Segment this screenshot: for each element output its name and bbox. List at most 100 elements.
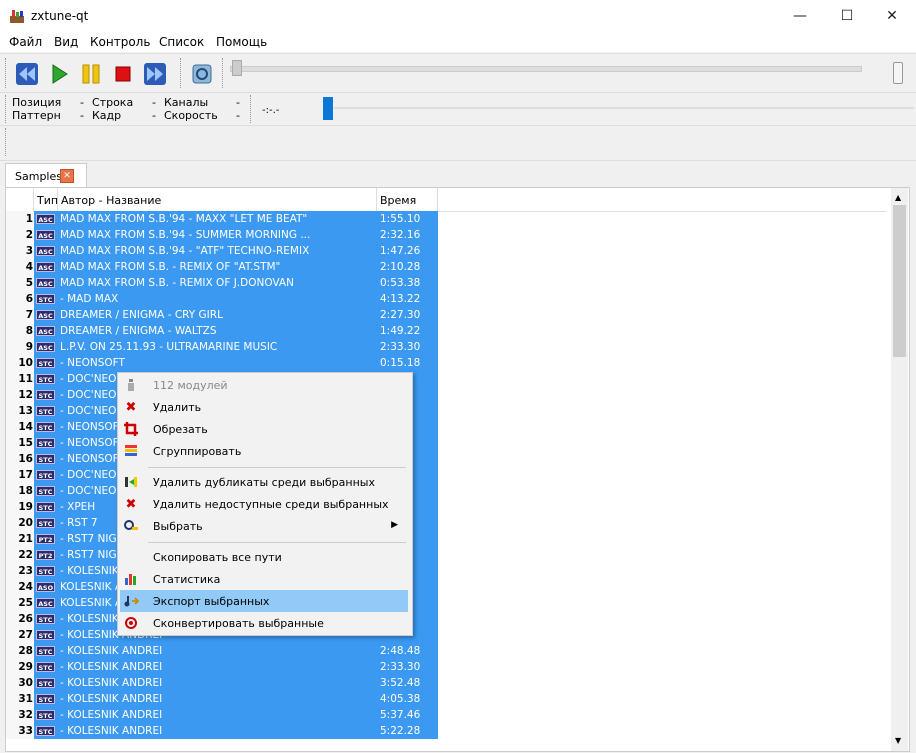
pattern-label: Паттерн [12, 109, 61, 122]
menu-help[interactable]: Помощь [216, 35, 267, 49]
table-row[interactable]: 9 ASC L.P.V. ON 25.11.93 - ULTRAMARINE MUS… [6, 339, 886, 355]
seek-slider[interactable] [230, 66, 862, 72]
menu-control[interactable]: Контроль [90, 35, 150, 49]
menu-item-convert[interactable]: Сконвертировать выбранные [120, 612, 408, 634]
row-number: 12 [6, 387, 33, 403]
pattern-value: - [80, 109, 84, 122]
menu-item-statistics[interactable]: Статистика [120, 568, 408, 590]
row-number: 9 [6, 339, 33, 355]
row-number: 21 [6, 531, 33, 547]
toolbar-grip[interactable] [5, 95, 9, 123]
menu-item-delete[interactable]: ✖ Удалить [120, 396, 408, 418]
table-row[interactable]: 29 STC - KOLESNIK ANDREI 2:33.30 [6, 659, 886, 675]
table-row[interactable]: 10 STC - NEONSOFT 0:15.18 [6, 355, 886, 371]
position-slider[interactable] [334, 107, 914, 109]
row-number: 23 [6, 563, 33, 579]
module-type-badge: ASC [36, 326, 55, 336]
vertical-scrollbar[interactable]: ▲ ▼ [891, 188, 908, 751]
table-row[interactable]: 1 ASC MAD MAX FROM S.B.'94 - MAXX "LET ME … [6, 211, 886, 227]
scroll-down-icon[interactable]: ▼ [895, 736, 901, 745]
row-title: - RST 7 [60, 517, 98, 529]
toolbar-grip[interactable] [5, 58, 9, 88]
stop-button[interactable] [108, 59, 138, 89]
module-type-badge: STC [36, 422, 55, 432]
table-row[interactable]: 2 ASC MAD MAX FROM S.B.'94 - SUMMER MORNIN… [6, 227, 886, 243]
position-slider-thumb[interactable] [323, 97, 333, 120]
toolbar-grip[interactable] [180, 58, 184, 88]
row-title: - KOLESNIK ANDREI [60, 709, 163, 721]
volume-slider-thumb[interactable] [893, 62, 903, 84]
pause-icon [82, 64, 100, 84]
table-row[interactable]: 6 STC - MAD MAX 4:13.22 [6, 291, 886, 307]
scrollbar-thumb[interactable] [893, 205, 906, 357]
menu-item-remove-duplicates[interactable]: Удалить дубликаты среди выбранных [120, 471, 408, 493]
menu-item-copy-paths[interactable]: Скопировать все пути [120, 546, 408, 568]
menu-list[interactable]: Список [159, 35, 204, 49]
row-duration: 2:10.28 [380, 261, 421, 273]
row-title: - RST7 NIG [60, 533, 117, 545]
close-button[interactable]: ✕ [869, 0, 915, 32]
toolbar-grip[interactable] [250, 95, 254, 123]
next-button[interactable] [140, 59, 170, 89]
row-number: 14 [6, 419, 33, 435]
tab-label: Samples [15, 170, 62, 183]
menu-item-export[interactable]: Экспорт выбранных [120, 590, 408, 612]
table-row[interactable]: 32 STC - KOLESNIK ANDREI 5:37.46 [6, 707, 886, 723]
module-type-badge: ASC [36, 262, 55, 272]
menu-item-group[interactable]: Сгруппировать [120, 440, 408, 462]
row-title: - MAD MAX [60, 293, 119, 305]
table-row[interactable]: 30 STC - KOLESNIK ANDREI 3:52.48 [6, 675, 886, 691]
row-title: MAD MAX FROM S.B. - REMIX OF J.DONOVAN [60, 277, 294, 289]
pause-button[interactable] [76, 59, 106, 89]
menu-item-label: Удалить недоступные среди выбранных [153, 498, 389, 511]
row-number: 15 [6, 435, 33, 451]
previous-button[interactable] [12, 59, 42, 89]
toolbar-grip[interactable] [5, 128, 9, 156]
play-button[interactable] [44, 59, 74, 89]
row-number: 10 [6, 355, 33, 371]
repeat-button[interactable] [187, 59, 217, 89]
menu-view[interactable]: Вид [54, 35, 78, 49]
close-tab-icon[interactable]: ✕ [60, 169, 74, 183]
menu-item-label: Удалить [153, 401, 202, 414]
module-type-badge: STC [36, 374, 55, 384]
scroll-up-icon[interactable]: ▲ [895, 193, 901, 202]
row-duration: 1:49.22 [380, 325, 421, 337]
menu-item-remove-unavailable[interactable]: ✖ Удалить недоступные среди выбранных [120, 493, 408, 515]
row-duration: 3:52.48 [380, 677, 421, 689]
crop-icon [123, 421, 139, 437]
table-row[interactable]: 28 STC - KOLESNIK ANDREI 2:48.48 [6, 643, 886, 659]
module-type-badge: STC [36, 710, 55, 720]
header-title[interactable]: Автор - Название [58, 188, 377, 211]
menu-item-select[interactable]: Выбрать ▶ [120, 515, 408, 537]
menu-item-crop[interactable]: Обрезать [120, 418, 408, 440]
info-toolbar: Позиция - Строка - Каналы - Паттерн - Ка… [0, 92, 916, 125]
module-type-badge: ASC [36, 246, 55, 256]
row-number: 8 [6, 323, 33, 339]
tab-samples[interactable]: Samples ✕ [5, 163, 87, 187]
seek-slider-thumb[interactable] [232, 60, 242, 76]
row-duration: 2:33.30 [380, 341, 421, 353]
header-type[interactable]: Тип [34, 188, 58, 211]
menu-file[interactable]: Файл [9, 35, 42, 49]
row-duration: 2:33.30 [380, 661, 421, 673]
module-type-badge: ASC [36, 342, 55, 352]
toolbar-grip[interactable] [222, 58, 226, 88]
table-row[interactable]: 4 ASC MAD MAX FROM S.B. - REMIX OF "AT.STM… [6, 259, 886, 275]
table-row[interactable]: 8 ASC DREAMER / ENIGMA - WALTZS 1:49.22 [6, 323, 886, 339]
module-type-badge: STC [36, 678, 55, 688]
module-type-badge: STC [36, 486, 55, 496]
table-row[interactable]: 33 STC - KOLESNIK ANDREI 5:22.28 [6, 723, 886, 739]
menu-item-label: 112 модулей [153, 379, 228, 392]
line-label: Строка [92, 96, 134, 109]
table-row[interactable]: 7 ASC DREAMER / ENIGMA - CRY GIRL 2:27.30 [6, 307, 886, 323]
header-time[interactable]: Время [377, 188, 438, 211]
row-title: MAD MAX FROM S.B.'94 - "ATF" TECHNO-REMI… [60, 245, 310, 257]
maximize-button[interactable]: ☐ [824, 0, 870, 32]
row-number: 18 [6, 483, 33, 499]
row-title: - KOLESNIK ANDREI [60, 725, 163, 737]
table-row[interactable]: 5 ASC MAD MAX FROM S.B. - REMIX OF J.DONOV… [6, 275, 886, 291]
table-row[interactable]: 31 STC - KOLESNIK ANDREI 4:05.38 [6, 691, 886, 707]
table-row[interactable]: 3 ASC MAD MAX FROM S.B.'94 - "ATF" TECHNO-… [6, 243, 886, 259]
minimize-button[interactable]: — [777, 0, 823, 32]
